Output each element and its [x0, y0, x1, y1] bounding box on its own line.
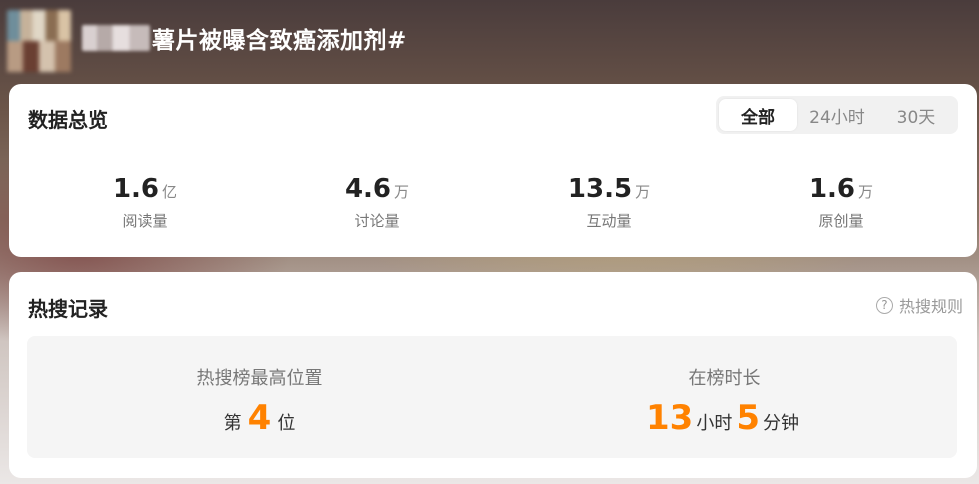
- rank-suffix: 位: [277, 413, 296, 434]
- stat-unit: 万: [635, 183, 651, 201]
- avatar[interactable]: [7, 10, 71, 72]
- overview-title: 数据总览: [28, 108, 108, 132]
- duration-block: 在榜时长 13 小时 5 分钟: [492, 336, 957, 458]
- hot-search-rules-link[interactable]: ? 热搜规则: [875, 293, 963, 317]
- stat-label: 互动量: [586, 212, 632, 230]
- hot-search-title: 热搜记录: [28, 297, 108, 321]
- highest-position-value: 第 4 位: [27, 398, 492, 438]
- highest-position-block: 热搜榜最高位置 第 4 位: [27, 336, 492, 458]
- stat-reads: 1.6 亿 阅读量: [55, 174, 235, 231]
- tab-all[interactable]: 全部: [719, 99, 797, 131]
- stat-unit: 万: [858, 183, 874, 201]
- tab-24h[interactable]: 24小时: [797, 99, 877, 131]
- question-circle-icon: ?: [875, 296, 893, 314]
- duration-minutes-unit: 分钟: [763, 413, 799, 434]
- topic-title: 薯片被曝含致癌添加剂#: [152, 28, 407, 54]
- stat-original: 1.6 万 原创量: [751, 174, 931, 231]
- stat-value: 4.6: [344, 174, 392, 204]
- data-overview-card: 数据总览 全部 24小时 30天 1.6 亿 阅读量 4.6 万 讨论量 13.…: [9, 84, 977, 257]
- stat-value: 1.6: [808, 174, 856, 204]
- hot-search-panel: 热搜榜最高位置 第 4 位 在榜时长 13 小时 5 分钟: [27, 336, 957, 458]
- highest-position-label: 热搜榜最高位置: [196, 368, 323, 389]
- hot-search-card: 热搜记录 ? 热搜规则 热搜榜最高位置 第 4 位 在榜时长 13 小时 5 分…: [9, 272, 977, 478]
- duration-hours-unit: 小时: [696, 413, 733, 434]
- duration-minutes: 5: [736, 398, 760, 438]
- rank-number: 4: [247, 398, 272, 438]
- blurred-username: [82, 25, 150, 51]
- rules-label: 热搜规则: [898, 297, 963, 316]
- stat-unit: 万: [394, 183, 410, 201]
- tab-30d[interactable]: 30天: [877, 99, 955, 131]
- duration-hours: 13: [646, 398, 694, 438]
- duration-value: 13 小时 5 分钟: [492, 398, 957, 438]
- stat-label: 讨论量: [354, 212, 400, 230]
- overview-stats: 1.6 亿 阅读量 4.6 万 讨论量 13.5 万 互动量 1.6 万 原创量: [9, 174, 977, 234]
- rank-prefix: 第: [223, 413, 242, 434]
- stat-label: 阅读量: [122, 212, 168, 230]
- stat-value: 13.5: [567, 174, 633, 204]
- stat-discussions: 4.6 万 讨论量: [287, 174, 467, 231]
- topic-header: 薯片被曝含致癌添加剂#: [82, 20, 407, 56]
- stat-label: 原创量: [818, 212, 864, 230]
- duration-label: 在榜时长: [688, 368, 761, 389]
- time-range-tabs: 全部 24小时 30天: [716, 96, 958, 134]
- stat-interactions: 13.5 万 互动量: [519, 174, 699, 231]
- stat-unit: 亿: [162, 183, 178, 201]
- stat-value: 1.6: [112, 174, 160, 204]
